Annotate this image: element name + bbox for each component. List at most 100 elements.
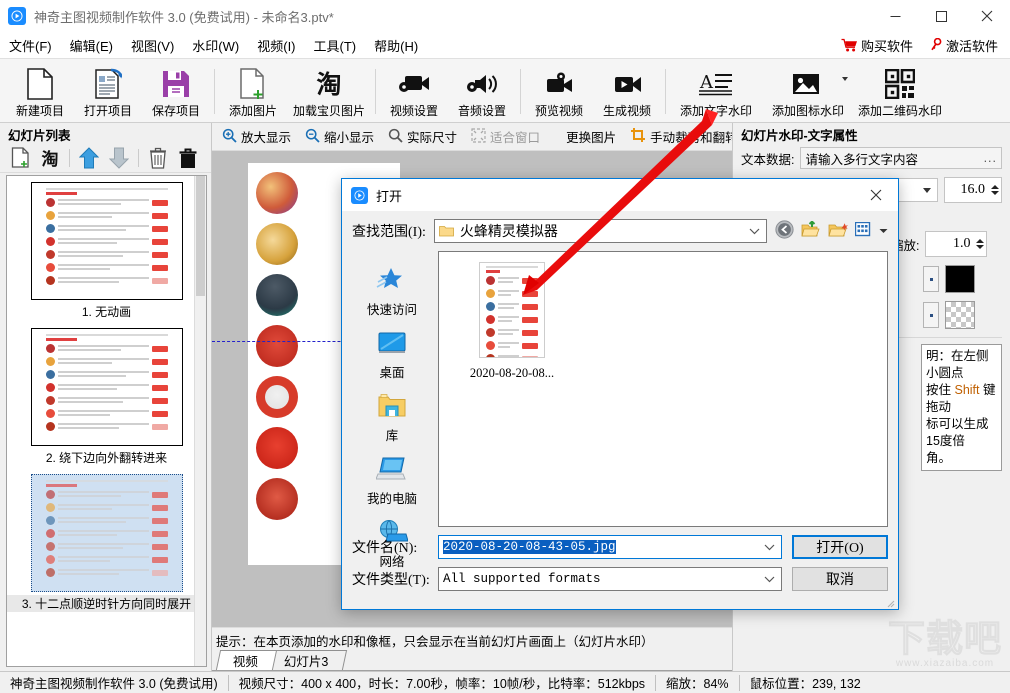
slide-list-scrollbar[interactable] [194, 176, 206, 666]
text-data-row: 文本数据: 请输入多行文字内容 ... [741, 147, 1002, 169]
avatar [256, 427, 298, 469]
tip-bar: 提示：在本页添加的水印和像框，只会显示在当前幻灯片画面上（幻灯片水印） [212, 627, 732, 649]
background-picker-button[interactable] [923, 302, 939, 328]
font-size-spinner[interactable]: 16.0 [944, 177, 1002, 203]
text-data-input[interactable]: 请输入多行文字内容 ... [800, 147, 1002, 169]
more-button[interactable]: ... [984, 151, 997, 165]
toolbar-open-project[interactable]: 打开项目 [74, 61, 142, 122]
toolbar-video-settings[interactable]: 视频设置 [380, 61, 448, 122]
audio-settings-icon [466, 67, 498, 101]
folder-icon [438, 225, 454, 237]
toolbar-save-project[interactable]: 保存项目 [142, 61, 210, 122]
toolbar-preview-video[interactable]: 预览视频 [525, 61, 593, 122]
foreground-color-swatch[interactable] [945, 265, 975, 293]
crop-flip-button[interactable]: 手动裁剪和翻转 [624, 124, 744, 149]
filetype-combo[interactable]: All supported formats [438, 567, 782, 591]
list-item[interactable]: 2. 绕下边向外翻转进来 [7, 322, 206, 468]
chevron-down-icon[interactable] [749, 228, 760, 235]
zoom-in-button[interactable]: 放大显示 [216, 124, 297, 149]
menu-edit[interactable]: 编辑(E) [61, 34, 122, 57]
chevron-down-icon[interactable] [879, 228, 888, 234]
toolbar-audio-settings[interactable]: 音频设置 [448, 61, 516, 122]
list-item[interactable]: 1. 无动画 [7, 176, 206, 322]
activate-software-button[interactable]: 激活软件 [923, 34, 1004, 57]
title-bar: 神奇主图视频制作软件 3.0 (免费试用) - 未命名3.ptv* [0, 0, 1010, 32]
new-document-icon [26, 67, 54, 101]
add-page-icon[interactable] [6, 145, 34, 171]
back-arrow-icon[interactable] [775, 220, 794, 242]
zoom-in-icon [222, 128, 237, 146]
menu-file[interactable]: 文件(F) [0, 34, 61, 57]
app-logo-icon [8, 7, 26, 25]
buy-software-button[interactable]: 购买软件 [835, 34, 919, 57]
menu-tools[interactable]: 工具(T) [305, 34, 366, 57]
slide-list[interactable]: 1. 无动画 2. 绕下边向外翻转进来 3. 十二点顺逆时针方向同时展开 [6, 175, 207, 667]
spinner-arrows[interactable] [991, 185, 999, 195]
cart-icon [841, 38, 858, 52]
toolbar-add-image[interactable]: 添加图片 [219, 61, 287, 122]
place-library[interactable]: 库 [354, 385, 430, 446]
svg-text:A: A [699, 72, 714, 93]
text-data-label: 文本数据: [741, 152, 795, 167]
list-item[interactable]: 3. 十二点顺逆时针方向同时展开 [7, 468, 206, 614]
taobao-icon: 淘 [312, 67, 346, 101]
toolbar-open-project-label: 打开项目 [83, 104, 132, 118]
filename-input[interactable]: 2020-08-20-08-43-05.jpg [438, 535, 782, 559]
transparent-row [923, 301, 1002, 329]
close-button[interactable] [964, 0, 1010, 32]
resize-grip[interactable] [885, 597, 895, 608]
replace-image-button[interactable]: 更换图片 [560, 124, 622, 149]
taobao-icon[interactable]: 淘 [36, 145, 64, 171]
menu-bar: 文件(F) 编辑(E) 视图(V) 水印(W) 视频(I) 工具(T) 帮助(H… [0, 32, 1010, 58]
arrow-up-icon[interactable] [75, 145, 103, 171]
color-picker-button[interactable] [923, 266, 939, 292]
background-color-swatch[interactable] [945, 301, 975, 329]
canvas-toolbar: 放大显示 缩小显示 实际尺寸 适合窗口 更换图片 手动裁剪和翻转 [212, 123, 738, 151]
chevron-down-icon[interactable] [764, 544, 775, 551]
menu-watermark[interactable]: 水印(W) [183, 34, 248, 57]
arrow-down-icon[interactable] [105, 145, 133, 171]
filename-row: 文件名(N): 2020-08-20-08-43-05.jpg 打开(O) [352, 535, 888, 559]
scale-spinner[interactable]: 1.0 [925, 231, 988, 257]
scrollbar-thumb[interactable] [196, 176, 205, 296]
toolbar-add-image-watermark[interactable]: 添加图标水印 [762, 61, 854, 122]
open-button[interactable]: 打开(O) [792, 535, 888, 559]
clear-all-icon[interactable] [174, 145, 202, 171]
key-icon [929, 38, 943, 52]
svg-text:淘: 淘 [42, 149, 59, 168]
desktop-icon [377, 326, 407, 360]
dialog-close-button[interactable] [854, 179, 898, 211]
menu-help[interactable]: 帮助(H) [365, 34, 427, 57]
spinner-arrows[interactable] [976, 239, 985, 249]
tab-video[interactable]: 视频 [215, 650, 278, 670]
fit-window-button[interactable]: 适合窗口 [465, 124, 546, 149]
menu-view[interactable]: 视图(V) [122, 34, 183, 57]
actual-size-button[interactable]: 实际尺寸 [382, 124, 463, 149]
toolbar-add-text-watermark[interactable]: A 添加文字水印 [670, 61, 762, 122]
toolbar-new-project[interactable]: 新建项目 [6, 61, 74, 122]
chevron-down-icon[interactable] [764, 576, 775, 583]
view-grid-icon[interactable] [854, 221, 872, 240]
toolbar-load-taobao-image[interactable]: 淘 加载宝贝图片 [287, 61, 371, 122]
file-list[interactable]: 2020-08-20-08... [438, 251, 888, 527]
place-quick-access[interactable]: 快速访问 [354, 259, 430, 320]
open-project-icon [94, 67, 122, 101]
toolbar-render-video[interactable]: 生成视频 [593, 61, 661, 122]
zoom-out-button[interactable]: 缩小显示 [299, 124, 380, 149]
place-my-computer[interactable]: 我的电脑 [354, 448, 430, 509]
tab-slide-3[interactable]: 幻灯片3 [266, 650, 348, 670]
look-in-row: 查找范围(I): 火蜂精灵模拟器 [342, 211, 898, 251]
place-desktop[interactable]: 桌面 [354, 322, 430, 383]
up-folder-icon[interactable] [801, 220, 821, 241]
tab-strip: 视频 幻灯片3 [212, 649, 732, 671]
minimize-button[interactable] [872, 0, 918, 32]
trash-icon[interactable] [144, 145, 172, 171]
new-folder-icon[interactable] [828, 221, 848, 241]
look-in-combo[interactable]: 火蜂精灵模拟器 [433, 219, 767, 243]
menu-video[interactable]: 视频(I) [248, 34, 304, 57]
maximize-button[interactable] [918, 0, 964, 32]
list-item[interactable]: 2020-08-20-08... [453, 262, 571, 381]
toolbar-add-qrcode-watermark[interactable]: 添加二维码水印 [854, 61, 946, 122]
cancel-button[interactable]: 取消 [792, 567, 888, 591]
open-file-dialog: 打开 查找范围(I): 火蜂精灵模拟器 快速访问 桌面 库 我的电脑 网络 20… [341, 178, 899, 610]
